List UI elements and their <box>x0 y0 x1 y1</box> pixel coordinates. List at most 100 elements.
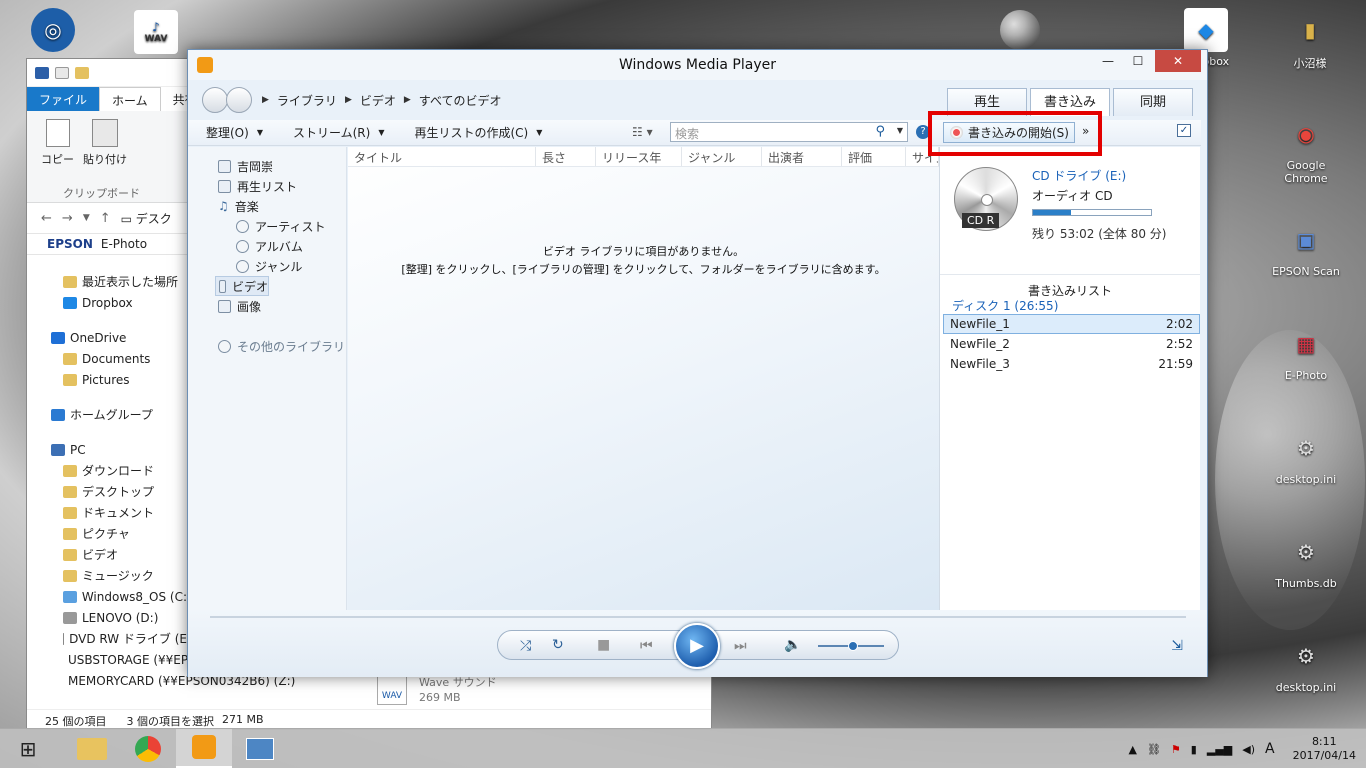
taskbar-control-panel[interactable] <box>232 729 288 768</box>
volume-slider[interactable] <box>818 641 884 651</box>
title-bar[interactable]: Windows Media Player — ☐ ✕ <box>188 50 1207 80</box>
desktop-icon-wav[interactable]: ♪ WAV <box>118 10 194 57</box>
back-button[interactable] <box>202 87 228 113</box>
minimize-button[interactable]: — <box>1093 50 1123 72</box>
battery-icon[interactable]: ▮ <box>1191 743 1197 756</box>
play-button[interactable]: ▶ <box>674 623 720 669</box>
stop-icon[interactable]: ■ <box>597 637 610 653</box>
burn-list-item[interactable]: NewFile_2 2:52 <box>943 334 1200 354</box>
library-nav-item[interactable]: ジャンル <box>188 256 346 276</box>
nav-item[interactable]: ミュージック <box>27 565 187 586</box>
stream-menu[interactable]: ストリーム(R) ▼ <box>275 124 397 141</box>
desktop-icon[interactable]: ⚙ Thumbs.db <box>1268 530 1344 590</box>
library-nav-item[interactable]: アーティスト <box>188 216 346 236</box>
organize-menu[interactable]: 整理(O) ▼ <box>188 124 275 141</box>
breadcrumb-library[interactable]: ライブラリ <box>277 92 337 109</box>
close-button[interactable]: ✕ <box>1155 50 1201 72</box>
library-nav-item[interactable]: 画像 <box>188 296 346 316</box>
burn-options-icon[interactable]: ✓ <box>1177 124 1191 137</box>
flag-icon[interactable]: ⚑ <box>1171 743 1181 756</box>
tab-home[interactable]: ホーム <box>99 87 161 111</box>
up-icon[interactable]: ↑ <box>100 211 111 226</box>
nav-item[interactable]: ドキュメント <box>27 502 187 523</box>
drive-name[interactable]: CD ドライブ (E:) <box>1032 167 1126 184</box>
nav-item[interactable]: USBSTORAGE (¥¥EPSON0342B6) (Y:) <box>27 649 288 670</box>
burn-list-item[interactable]: NewFile_3 21:59 <box>943 354 1200 374</box>
taskbar-explorer[interactable] <box>64 729 120 768</box>
file-list-item[interactable]: WAV Wave サウンド 269 MB <box>377 675 497 705</box>
nav-item[interactable]: DVD RW ドライブ (E <box>27 628 187 649</box>
desktop-icon[interactable]: ⚙ desktop.ini <box>1268 426 1344 486</box>
start-button[interactable]: ⊞ <box>0 729 56 768</box>
switch-to-now-playing-icon[interactable]: ⇲ <box>1171 638 1183 654</box>
nav-item[interactable]: Windows8_OS (C: <box>27 586 187 607</box>
tab-sync[interactable]: 同期 <box>1113 88 1193 116</box>
search-icon[interactable]: ⚲ <box>875 124 885 139</box>
nav-item[interactable]: Documents <box>27 348 187 369</box>
library-nav-item[interactable]: その他のライブラリ <box>188 336 346 356</box>
next-icon[interactable]: ⏭ <box>734 638 747 654</box>
library-nav-item[interactable]: ビデオ <box>215 276 269 296</box>
search-input[interactable]: 検索 ⚲ ▼ <box>670 122 908 142</box>
library-nav-item[interactable]: アルバム <box>188 236 346 256</box>
nav-item[interactable]: MEMORYCARD (¥¥EPSON0342B6) (Z:) <box>27 670 295 691</box>
repeat-icon[interactable]: ↻ <box>552 637 564 653</box>
network-share-icon[interactable]: ⛓ <box>1147 743 1161 756</box>
create-playlist-menu[interactable]: 再生リストの作成(C) ▼ <box>396 124 554 141</box>
breadcrumb-all-videos[interactable]: すべてのビデオ <box>419 92 502 109</box>
column-header[interactable]: 評価 <box>842 147 906 166</box>
column-header[interactable]: リリース年 <box>596 147 682 166</box>
nav-item[interactable]: ホームグループ <box>27 404 187 425</box>
nav-item[interactable]: Dropbox <box>27 292 187 313</box>
recent-dropdown-icon[interactable]: ▼ <box>83 213 90 223</box>
breadcrumb-video[interactable]: ビデオ <box>360 92 396 109</box>
nav-item[interactable]: OneDrive <box>27 327 187 348</box>
taskbar-chrome[interactable] <box>120 729 176 768</box>
paste-button[interactable]: 貼り付け <box>83 119 127 167</box>
nav-item[interactable]: デスクトップ <box>27 481 187 502</box>
library-nav-item[interactable]: 吉岡崇 <box>188 156 346 176</box>
library-nav-item[interactable]: ♫ 音楽 <box>188 196 346 216</box>
tab-file[interactable]: ファイル <box>27 87 100 111</box>
disc-header[interactable]: ディスク 1 (26:55) <box>952 297 1058 314</box>
volume-knob[interactable] <box>848 641 858 651</box>
nav-item[interactable]: ピクチャ <box>27 523 187 544</box>
maximize-button[interactable]: ☐ <box>1123 50 1153 72</box>
column-header[interactable]: 出演者 <box>762 147 842 166</box>
folder-icon[interactable] <box>75 66 89 79</box>
epson-app-link[interactable]: E-Photo <box>101 237 147 251</box>
desktop-icon-app[interactable]: ◎ <box>15 8 91 55</box>
speaker-icon[interactable]: ◀) <box>1242 743 1255 756</box>
desktop-icon[interactable]: ⚙ desktop.ini <box>1268 634 1344 694</box>
taskbar-wmp[interactable] <box>176 728 232 768</box>
nav-item[interactable]: Pictures <box>27 369 187 390</box>
nav-item[interactable]: ダウンロード <box>27 460 187 481</box>
clock[interactable]: 8:11 2017/04/14 <box>1293 735 1356 763</box>
properties-icon[interactable] <box>55 66 69 79</box>
nav-item[interactable]: ビデオ <box>27 544 187 565</box>
address-field[interactable]: ▭ デスク <box>121 210 172 227</box>
nav-item[interactable]: 最近表示した場所 <box>27 271 187 292</box>
tray-expand-icon[interactable]: ▲ <box>1128 743 1136 756</box>
copy-button[interactable]: コピー <box>41 119 74 167</box>
view-options-icon[interactable]: ☷ ▾ <box>632 125 653 139</box>
chevron-down-icon[interactable]: ▼ <box>897 126 903 135</box>
ime-indicator[interactable]: A <box>1265 741 1275 757</box>
forward-icon[interactable]: → <box>62 211 73 226</box>
library-nav-item[interactable]: 再生リスト <box>188 176 346 196</box>
desktop-icon[interactable]: ▦ E-Photo <box>1268 322 1344 382</box>
desktop-icon[interactable]: ▣ EPSON Scan <box>1268 218 1344 278</box>
seek-bar[interactable] <box>210 616 1186 618</box>
column-header[interactable]: タイトル <box>348 147 536 166</box>
previous-icon[interactable]: ⏮ <box>640 638 653 654</box>
nav-item[interactable]: LENOVO (D:) <box>27 607 187 628</box>
desktop-icon[interactable]: ◉ Google Chrome <box>1268 112 1344 185</box>
nav-item[interactable]: PC <box>27 439 187 460</box>
column-header[interactable]: 長さ <box>536 147 596 166</box>
burn-list-item[interactable]: NewFile_1 2:02 <box>943 314 1200 334</box>
column-header[interactable]: ジャンル <box>682 147 762 166</box>
volume-icon[interactable]: 🔈 <box>784 637 801 653</box>
signal-icon[interactable]: ▂▄▆ <box>1207 743 1232 756</box>
forward-button[interactable] <box>226 87 252 113</box>
desktop-icon[interactable]: ▮ 小沼様 <box>1272 8 1348 71</box>
